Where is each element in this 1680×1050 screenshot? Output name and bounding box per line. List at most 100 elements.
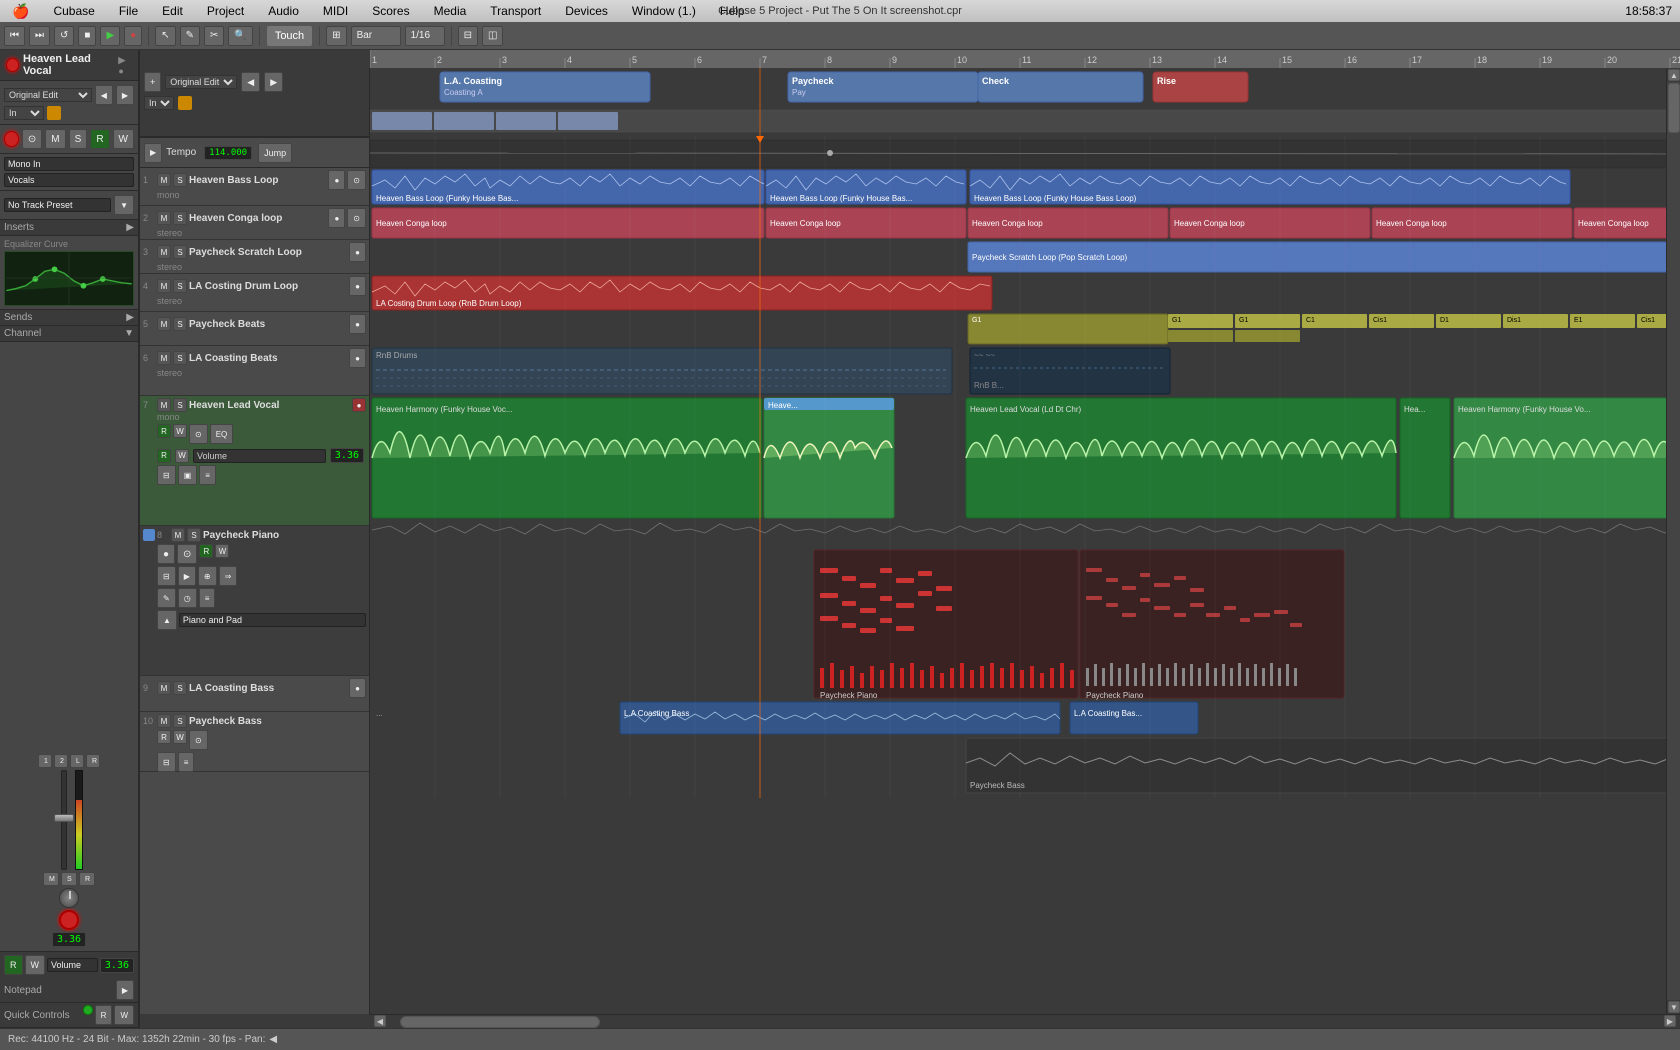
- track-9-mute[interactable]: M: [157, 681, 171, 695]
- strip-btn-L[interactable]: L: [70, 754, 84, 768]
- track-8-r4-2[interactable]: ◷: [178, 588, 197, 608]
- track-8-r3-2[interactable]: ▶: [178, 566, 196, 586]
- track-6-mute[interactable]: M: [157, 351, 171, 365]
- track-10-r2-1[interactable]: ⊟: [157, 752, 176, 772]
- record-button[interactable]: ●: [124, 26, 142, 46]
- volume-fader[interactable]: [56, 770, 72, 870]
- preset-prev-button[interactable]: ◀: [95, 85, 113, 105]
- fast-forward-button[interactable]: ⏭: [29, 26, 50, 46]
- grid-button[interactable]: ⊟: [458, 26, 478, 46]
- track-5-solo[interactable]: S: [173, 317, 187, 331]
- strip-btn-2[interactable]: 2: [54, 754, 68, 768]
- volume-read-button[interactable]: R: [4, 955, 23, 975]
- scroll-track[interactable]: [1667, 82, 1680, 1000]
- menu-project[interactable]: Project: [203, 4, 248, 18]
- track-3-mute[interactable]: M: [157, 245, 171, 259]
- track-8-btn2[interactable]: ⊙: [177, 544, 197, 564]
- inspector-read-button[interactable]: R: [90, 129, 109, 149]
- scroll-up-button[interactable]: ▲: [1668, 69, 1680, 81]
- track-7-rec[interactable]: ●: [352, 398, 366, 412]
- mute-button[interactable]: M: [43, 872, 59, 886]
- snap-button[interactable]: ⊞: [326, 26, 346, 46]
- arr-activate-button[interactable]: ▶: [264, 72, 283, 92]
- track-2-rec[interactable]: ●: [328, 208, 345, 228]
- inspector-solo-button[interactable]: S: [69, 129, 88, 149]
- track-1-rec[interactable]: ●: [328, 170, 345, 190]
- track-8-write[interactable]: W: [215, 544, 229, 558]
- pan-knob[interactable]: [59, 888, 79, 908]
- menu-file[interactable]: File: [115, 4, 142, 18]
- preset-next-button[interactable]: ▶: [116, 85, 134, 105]
- track-8-r4-3[interactable]: ≡: [199, 588, 216, 608]
- inspector-inserts-header[interactable]: Inserts ▶: [0, 220, 138, 236]
- strip-btn-1[interactable]: 1: [38, 754, 52, 768]
- track-4-mute[interactable]: M: [157, 279, 171, 293]
- stop-button[interactable]: ■: [78, 26, 96, 46]
- quick-controls-header[interactable]: Quick Controls R W: [0, 1003, 138, 1028]
- menu-scores[interactable]: Scores: [368, 4, 413, 18]
- track-1-mute[interactable]: M: [157, 173, 171, 187]
- menu-edit[interactable]: Edit: [158, 4, 187, 18]
- qc-write-button[interactable]: W: [114, 1005, 134, 1025]
- track-7-write[interactable]: W: [173, 424, 187, 438]
- menu-media[interactable]: Media: [430, 4, 471, 18]
- track-10-w1[interactable]: W: [173, 730, 187, 744]
- track-10-solo[interactable]: S: [173, 714, 187, 728]
- h-scroll-thumb[interactable]: [400, 1016, 600, 1028]
- right-scrollbar[interactable]: ▲ ▼: [1666, 68, 1680, 1014]
- track-7-extra-2[interactable]: ▣: [178, 465, 198, 485]
- menu-devices[interactable]: Devices: [561, 4, 612, 18]
- track-8-solo[interactable]: S: [187, 528, 201, 542]
- read-button[interactable]: R: [79, 872, 95, 886]
- notepad-button[interactable]: ▶: [116, 980, 134, 1000]
- menu-transport[interactable]: Transport: [486, 4, 545, 18]
- inspector-channel-header[interactable]: Channel ▼: [0, 326, 138, 342]
- rewind-button[interactable]: ⏮: [4, 26, 25, 46]
- inspector-rec-button[interactable]: [4, 131, 19, 147]
- track-7-vol-read[interactable]: R: [157, 449, 171, 463]
- scroll-down-button[interactable]: ▼: [1668, 1001, 1680, 1013]
- track-8-btn1[interactable]: ●: [157, 544, 175, 564]
- notepad-header[interactable]: Notepad ▶: [0, 978, 138, 1003]
- volume-write-button[interactable]: W: [25, 955, 46, 975]
- track-8-preset-btn[interactable]: ▲: [157, 610, 177, 630]
- track-2-mute[interactable]: M: [157, 211, 171, 225]
- solo-button[interactable]: S: [61, 872, 77, 886]
- track-8-r3-1[interactable]: ⊟: [157, 566, 176, 586]
- touch-mode-button[interactable]: Touch: [266, 25, 313, 47]
- inspector-sends-header[interactable]: Sends ▶: [0, 310, 138, 326]
- quantize-selector[interactable]: 1/16: [405, 26, 445, 46]
- track-7-extra-3[interactable]: ≡: [199, 465, 216, 485]
- track-6-solo[interactable]: S: [173, 351, 187, 365]
- bar-selector[interactable]: Bar: [351, 26, 401, 46]
- zoom-tool[interactable]: 🔍: [228, 26, 252, 46]
- fader-handle[interactable]: [54, 814, 74, 822]
- track-7-monitor[interactable]: ⊙: [189, 424, 208, 444]
- select-tool[interactable]: ↖: [155, 26, 175, 46]
- track-7-solo[interactable]: S: [173, 398, 187, 412]
- tempo-jump-button[interactable]: Jump: [258, 143, 292, 163]
- draw-tool[interactable]: ✎: [180, 26, 200, 46]
- track-10-r2-2[interactable]: ≡: [178, 752, 195, 772]
- track-8-r3-4[interactable]: ⇒: [219, 566, 238, 586]
- status-scroll-left[interactable]: ◀: [269, 1034, 277, 1045]
- track-10-r1[interactable]: R: [157, 730, 171, 744]
- track-5-mute[interactable]: M: [157, 317, 171, 331]
- track-7-eq[interactable]: EQ: [210, 424, 234, 444]
- inspector-mute-button[interactable]: M: [45, 129, 65, 149]
- inspector-monitor-button[interactable]: ⊙: [22, 129, 42, 149]
- cycle-button[interactable]: ↺: [54, 26, 74, 46]
- track-8-read[interactable]: R: [199, 544, 213, 558]
- track-4-solo[interactable]: S: [173, 279, 187, 293]
- track-3-rec[interactable]: ●: [349, 242, 366, 262]
- scroll-right-button[interactable]: ▶: [1664, 1015, 1676, 1027]
- strip-btn-R[interactable]: R: [86, 754, 100, 768]
- horizontal-scrollbar[interactable]: ◀ ▶: [370, 1014, 1680, 1028]
- track-8-r3-3[interactable]: ⊕: [198, 566, 217, 586]
- markers-button[interactable]: ◫: [482, 26, 503, 46]
- menu-midi[interactable]: MIDI: [319, 4, 352, 18]
- track-1-monitor[interactable]: ⊙: [347, 170, 366, 190]
- menu-audio[interactable]: Audio: [264, 4, 303, 18]
- inspector-write-button[interactable]: W: [113, 129, 134, 149]
- tempo-expand-button[interactable]: ▶: [144, 143, 162, 163]
